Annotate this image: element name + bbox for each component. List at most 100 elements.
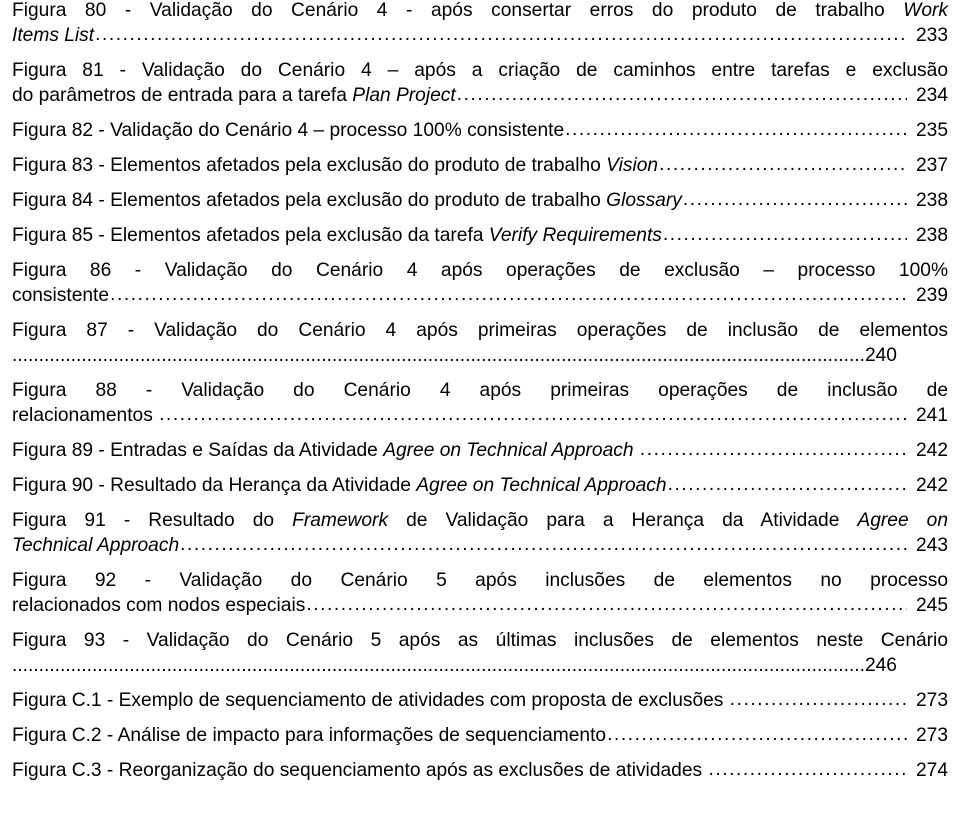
figure-caption-line: Figura 92 - Validação do Cenário 5 após … xyxy=(12,568,948,593)
figure-caption-text: Figura 80 - Validação do Cenário 4 - apó… xyxy=(12,0,904,21)
figure-caption-line: Figura 80 - Validação do Cenário 4 - apó… xyxy=(12,0,948,23)
figure-caption-text: do parâmetros de entrada para a tarefa xyxy=(12,85,353,106)
figure-caption-title-italic: Vision xyxy=(606,155,659,176)
dot-leader: ........................................… xyxy=(110,284,907,305)
figure-caption-line: Figura 91 - Resultado do Framework de Va… xyxy=(12,508,948,533)
figure-caption-tail: ........................................… xyxy=(12,343,948,368)
figure-caption-text: Items List xyxy=(12,25,95,46)
figure-caption-text: Figura 91 - Resultado do xyxy=(12,510,293,531)
figure-caption-text: Figura 85 - Elementos afetados pela excl… xyxy=(12,225,489,246)
dot-leader: ........................................… xyxy=(639,439,907,460)
dot-leader: ........................................… xyxy=(659,154,907,175)
figure-caption-text: relacionados com nodos especiais xyxy=(12,595,306,616)
list-item[interactable]: Figura 88 - Validação do Cenário 4 após … xyxy=(12,378,948,428)
figure-caption-line: Figura 93 - Validação do Cenário 5 após … xyxy=(12,628,948,653)
figure-caption-tail: consistente.............................… xyxy=(12,283,948,308)
list-item[interactable]: Figura 86 - Validação do Cenário 4 após … xyxy=(12,258,948,308)
document-page: Figura 80 - Validação do Cenário 4 - apó… xyxy=(0,0,960,834)
figure-caption-text: Figura 89 - Entradas e Saídas da Ativida… xyxy=(12,440,384,461)
figure-caption-text: relacionamentos xyxy=(12,405,159,426)
figure-caption-tail: Figura C.2 - Análise de impacto para inf… xyxy=(12,723,948,748)
list-item[interactable]: Figura C.1 - Exemplo de sequenciamento d… xyxy=(12,688,948,713)
figure-caption-text: Figura C.3 - Reorganização do sequenciam… xyxy=(12,760,708,781)
figure-caption-title-italic: Agree on Technical Approach xyxy=(383,440,639,461)
figure-caption-line: Figura 81 - Validação do Cenário 4 – apó… xyxy=(12,58,948,83)
figure-caption-tail: Items List..............................… xyxy=(12,23,948,48)
dot-leader: ........................................… xyxy=(667,474,907,495)
dot-leader: ........................................… xyxy=(607,724,907,745)
figure-caption-tail: do parâmetros de entrada para a tarefa P… xyxy=(12,83,948,108)
page-number: 238 xyxy=(910,225,948,246)
figure-caption-text: Figura 88 - Validação do Cenário 4 após … xyxy=(12,380,948,401)
figure-caption-line: Figura 86 - Validação do Cenário 4 após … xyxy=(12,258,948,283)
figure-caption-tail: Figura C.3 - Reorganização do sequenciam… xyxy=(12,758,948,783)
page-number: 246 xyxy=(864,655,897,676)
figure-caption-title-italic: Verify Requirements xyxy=(488,225,662,246)
figure-caption-text: Figura C.1 - Exemplo de sequenciamento d… xyxy=(12,690,729,711)
list-item[interactable]: Figura 90 - Resultado da Herança da Ativ… xyxy=(12,473,948,498)
dot-leader: ........................................… xyxy=(95,24,907,45)
list-item[interactable]: Figura 81 - Validação do Cenário 4 – apó… xyxy=(12,58,948,108)
figure-caption-title-italic: Agree on xyxy=(857,510,949,531)
list-of-figures: Figura 80 - Validação do Cenário 4 - apó… xyxy=(12,0,948,783)
list-item[interactable]: Figura 92 - Validação do Cenário 5 após … xyxy=(12,568,948,618)
list-item[interactable]: Figura 85 - Elementos afetados pela excl… xyxy=(12,223,948,248)
dot-leader: ........................................… xyxy=(180,534,907,555)
figure-caption-tail: ........................................… xyxy=(12,653,948,678)
page-number: 274 xyxy=(910,760,948,781)
figure-caption-text: Figura 90 - Resultado da Herança da Ativ… xyxy=(12,475,417,496)
dot-leader: ........................................… xyxy=(682,189,907,210)
figure-caption-text: Figura 93 - Validação do Cenário 5 após … xyxy=(12,630,948,651)
list-item[interactable]: Figura 91 - Resultado do Framework de Va… xyxy=(12,508,948,558)
page-number: 242 xyxy=(910,475,948,496)
figure-caption-line: Figura 88 - Validação do Cenário 4 após … xyxy=(12,378,948,403)
list-item[interactable]: Figura 93 - Validação do Cenário 5 após … xyxy=(12,628,948,678)
page-number: 235 xyxy=(910,120,948,141)
figure-caption-tail: Figura 90 - Resultado da Herança da Ativ… xyxy=(12,473,948,498)
page-number: 238 xyxy=(910,190,948,211)
dot-leader: ........................................… xyxy=(565,119,907,140)
figure-caption-line: Figura 87 - Validação do Cenário 4 após … xyxy=(12,318,948,343)
page-number: 239 xyxy=(910,285,948,306)
figure-caption-title-italic: Technical Approach xyxy=(12,535,180,556)
list-item[interactable]: Figura 82 - Validação do Cenário 4 – pro… xyxy=(12,118,948,143)
dot-leader: ........................................… xyxy=(159,404,907,425)
figure-caption-text: de Validação para a Herança da Atividade xyxy=(388,510,858,531)
list-item[interactable]: Figura 80 - Validação do Cenário 4 - apó… xyxy=(12,0,948,48)
page-number: 245 xyxy=(910,595,948,616)
figure-caption-title-italic: Plan Project xyxy=(352,85,456,106)
figure-caption-tail: Figura 83 - Elementos afetados pela excl… xyxy=(12,153,948,178)
figure-caption-text: Figura 83 - Elementos afetados pela excl… xyxy=(12,155,607,176)
page-number: 240 xyxy=(864,345,897,366)
list-item[interactable]: Figura C.2 - Análise de impacto para inf… xyxy=(12,723,948,748)
figure-caption-text: Figura 92 - Validação do Cenário 5 após … xyxy=(12,570,948,591)
dot-leader: ........................................… xyxy=(729,689,907,710)
figure-caption-tail: Figura 89 - Entradas e Saídas da Ativida… xyxy=(12,438,948,463)
figure-caption-tail: Figura C.1 - Exemplo de sequenciamento d… xyxy=(12,688,948,713)
figure-caption-text: Figura 82 - Validação do Cenário 4 – pro… xyxy=(12,120,565,141)
page-number: 234 xyxy=(910,85,948,106)
figure-caption-text: Figura 84 - Elementos afetados pela excl… xyxy=(12,190,607,211)
dot-leader: ........................................… xyxy=(456,84,907,105)
figure-caption-tail: Figura 85 - Elementos afetados pela excl… xyxy=(12,223,948,248)
figure-caption-title-italic: Agree on Technical Approach xyxy=(416,475,667,496)
page-number: 273 xyxy=(910,725,948,746)
page-number: 241 xyxy=(910,405,948,426)
figure-caption-tail: Figura 82 - Validação do Cenário 4 – pro… xyxy=(12,118,948,143)
page-number: 237 xyxy=(910,155,948,176)
figure-caption-tail: Technical Approach......................… xyxy=(12,533,948,558)
figure-caption-title-italic: Glossary xyxy=(606,190,682,211)
dot-leader: ........................................… xyxy=(662,224,907,245)
list-item[interactable]: Figura 83 - Elementos afetados pela excl… xyxy=(12,153,948,178)
figure-caption-text: Figura 81 - Validação do Cenário 4 – apó… xyxy=(12,60,948,81)
list-item[interactable]: Figura 84 - Elementos afetados pela excl… xyxy=(12,188,948,213)
figure-caption-text: consistente xyxy=(12,285,110,306)
page-number: 273 xyxy=(910,690,948,711)
list-item[interactable]: Figura C.3 - Reorganização do sequenciam… xyxy=(12,758,948,783)
dot-leader: ........................................… xyxy=(708,759,906,780)
figure-caption-tail: relacionamentos ........................… xyxy=(12,403,948,428)
dot-leader: ........................................… xyxy=(306,594,906,615)
list-item[interactable]: Figura 89 - Entradas e Saídas da Ativida… xyxy=(12,438,948,463)
list-item[interactable]: Figura 87 - Validação do Cenário 4 após … xyxy=(12,318,948,368)
figure-caption-title-italic: Framework xyxy=(292,510,389,531)
